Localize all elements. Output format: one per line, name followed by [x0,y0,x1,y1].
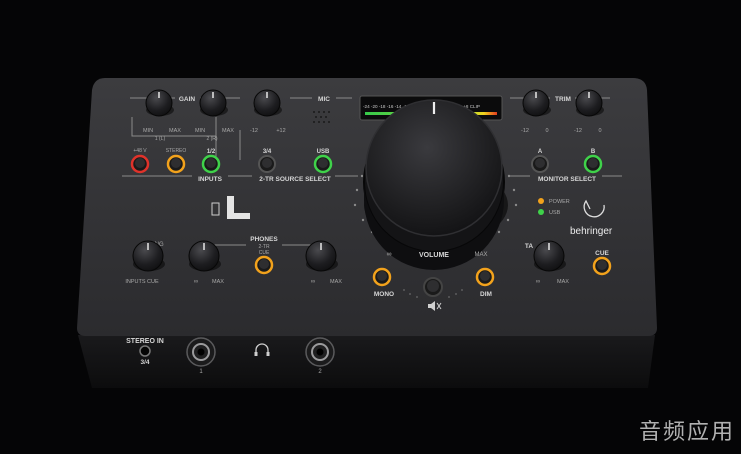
mic-min: -12 [250,128,258,134]
in12-label: 1/2 [207,149,216,155]
ch1-label: 1 (L) [155,136,166,142]
headphone-jack-2[interactable] [305,337,335,367]
monitor-controller-illustration: -24 -20 -18 -16 -14 -12 -10 -8 -6 -4 -2 … [77,78,657,388]
usb-label: USB [317,149,330,155]
trim-b-max: 0 [598,128,601,134]
stereo-button[interactable] [166,154,186,174]
mute-button[interactable] [423,277,443,297]
power-led [538,198,544,204]
front-panel [78,335,655,388]
brand-name: behringer [570,226,613,237]
stereo-in-label: STEREO IN [126,338,164,345]
talkback-max: MAX [557,279,569,285]
gain2-max: MAX [222,128,234,134]
gain1-max: MAX [169,128,181,134]
phones1-min: ∞ [194,279,198,285]
dim-label: DIM [480,291,492,298]
source-usb-button[interactable] [313,154,333,174]
mono-button[interactable] [372,267,392,287]
gain2-min: MIN [195,128,205,134]
volume-knob[interactable] [363,99,508,270]
ch2-label: 2 (R) [206,136,217,142]
talkback-min: ∞ [536,279,540,285]
watermark: 音频应用 [638,420,735,445]
source-select-label: 2-TR SOURCE SELECT [259,176,331,183]
mon-a-label: A [538,149,543,155]
volume-max-label: MAX [474,252,487,258]
phones-source-button[interactable] [254,255,274,275]
in34-label: 3/4 [263,149,272,155]
stereo-in-jack[interactable] [139,345,151,357]
power-label: POWER [549,199,570,205]
phantom-label: +48 V [133,148,147,154]
phones1-max: MAX [212,279,224,285]
mic-label: MIC [318,96,330,103]
phones2-min: ∞ [311,279,315,285]
inputs-label: INPUTS [198,176,223,183]
usb-status-label: USB [549,210,561,216]
monitor-select-label: MONITOR SELECT [538,176,596,183]
trim-a-min: -12 [521,128,529,134]
gain1-min: MIN [143,128,153,134]
phones-label: PHONES [250,236,278,243]
input-12-button[interactable] [201,154,221,174]
source-34-button[interactable] [258,155,276,173]
stereo-label: STEREO [166,148,187,154]
input-cue-label: INPUTS CUE [125,279,159,285]
phantom-power-button[interactable] [130,154,150,174]
trim-label: TRIM [555,96,571,103]
cue-button[interactable] [592,256,612,276]
usb-led [538,209,544,215]
phones-cue-label: CUE [259,250,270,256]
mon-b-label: B [591,149,596,155]
gain-label: GAIN [179,96,196,103]
product-photo: -24 -20 -18 -16 -14 -12 -10 -8 -6 -4 -2 … [0,0,741,449]
volume-label: VOLUME [419,252,449,259]
dim-button[interactable] [475,267,495,287]
volume-min-label: ∞ [387,251,392,258]
trim-a-max: 0 [545,128,548,134]
trim-b-min: -12 [574,128,582,134]
cue-label: CUE [595,250,609,257]
headphone-jack-1[interactable] [186,337,216,367]
phones2-max: MAX [330,279,342,285]
stereo-in-channel: 3/4 [140,359,149,366]
monitor-b-button[interactable] [583,154,603,174]
talkback-label: TA [525,243,533,250]
mono-label: MONO [374,291,394,298]
mic-max: +12 [276,128,285,134]
monitor-a-button[interactable] [531,155,549,173]
